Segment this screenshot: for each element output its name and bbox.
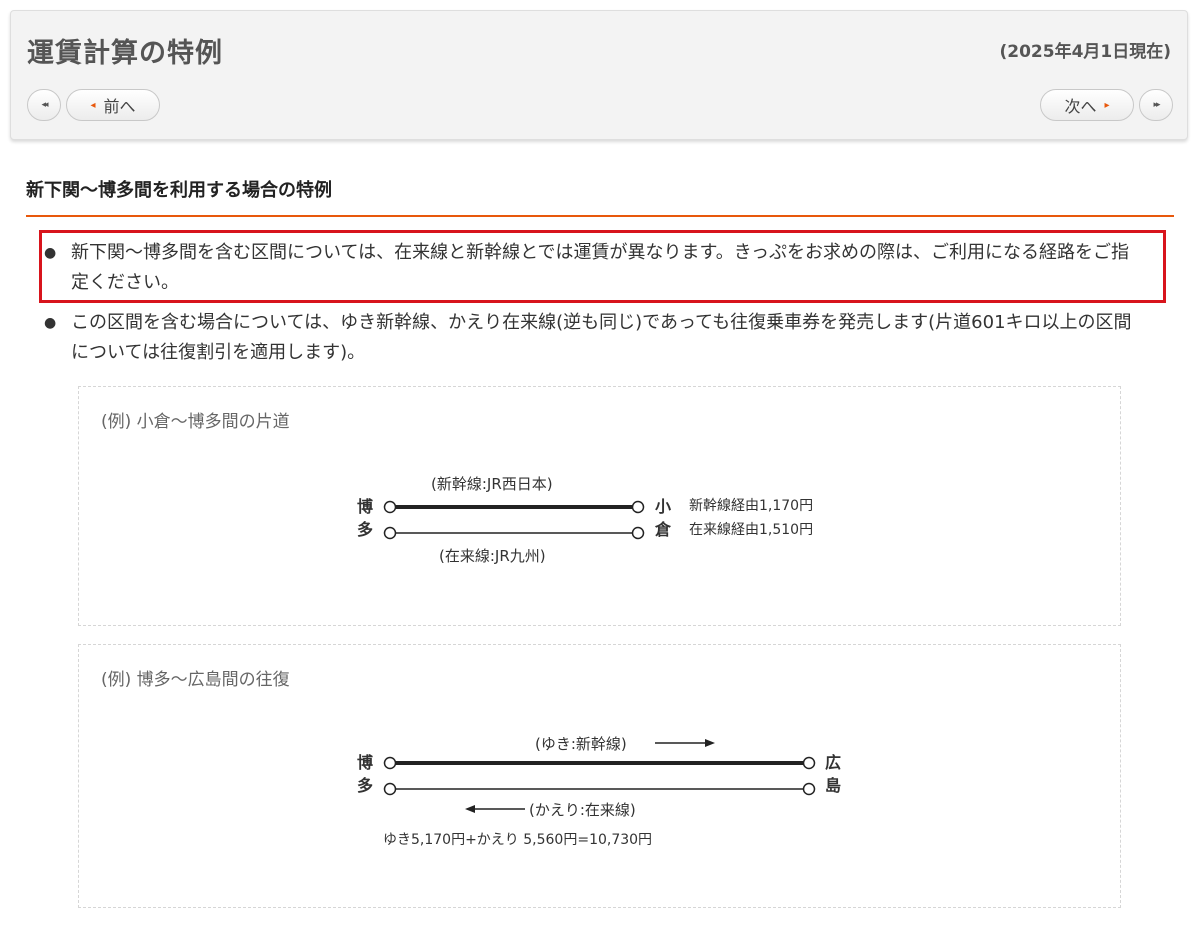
double-chevron-left-icon: ◂◂ — [41, 100, 48, 110]
as-of-date: (2025年4月1日現在) — [999, 42, 1171, 62]
station-hakata: 博多 — [356, 753, 373, 795]
station-node — [631, 526, 645, 540]
fare-shinkansen: 新幹線経由1,170円 — [689, 498, 814, 514]
outbound-label: (ゆき:新幹線) — [535, 735, 627, 753]
chevron-left-icon: ◂ — [90, 99, 96, 111]
station-kokura: 小倉 — [654, 497, 671, 539]
station-node — [383, 782, 397, 796]
prev-label: 前へ — [103, 97, 136, 116]
page-header: 運賃計算の特例 (2025年4月1日現在) ◂◂ ◂ 前へ 次へ ▸ ▸▸ — [10, 10, 1188, 140]
fare-conventional: 在来線経由1,510円 — [689, 522, 814, 538]
station-node — [383, 526, 397, 540]
last-page-button[interactable]: ▸▸ — [1139, 89, 1173, 121]
page-title: 運賃計算の特例 — [27, 38, 223, 69]
station-node — [383, 500, 397, 514]
example-box-oneway: (例) 小倉～博多間の片道 博多 小倉 (新幹線:JR西日本) (在来線:JR九… — [78, 386, 1121, 626]
station-node — [631, 500, 645, 514]
bullet-icon: ● — [44, 245, 57, 261]
arrowhead-right-icon — [705, 739, 715, 747]
station-node — [802, 756, 816, 770]
section-title: 新下関～博多間を利用する場合の特例 — [26, 180, 332, 201]
route-diagram — [383, 500, 645, 540]
roundtrip-total: ゆき5,170円+かえり 5,560円=10,730円 — [383, 832, 653, 848]
first-page-button[interactable]: ◂◂ — [27, 89, 61, 121]
conventional-label: (在来線:JR九州) — [439, 547, 546, 565]
station-node — [383, 756, 397, 770]
note-text: この区間を含む場合については、ゆき新幹線、かえり在来線(逆も同じ)であっても往復… — [71, 312, 1132, 363]
example-box-roundtrip: (例) 博多～広島間の往復 博多 広島 (ゆき:新幹線) (かえり:在来線) ゆ… — [78, 644, 1121, 908]
return-label: (かえり:在来線) — [529, 801, 636, 819]
station-node — [802, 782, 816, 796]
route-diagram — [383, 739, 816, 813]
next-label: 次へ — [1064, 97, 1097, 116]
next-button[interactable]: 次へ ▸ — [1040, 89, 1134, 121]
bullet-icon: ● — [44, 315, 57, 331]
shinkansen-label: (新幹線:JR西日本) — [431, 475, 553, 493]
arrowhead-left-icon — [465, 805, 475, 813]
prev-button[interactable]: ◂ 前へ — [66, 89, 160, 121]
note-text: 新下関～博多間を含む区間については、在来線と新幹線とでは運賃が異なります。きっぷ… — [71, 242, 1130, 293]
chevron-right-icon: ▸ — [1104, 99, 1110, 111]
station-hakata: 博多 — [356, 497, 373, 539]
note-item: ● 新下関～博多間を含む区間については、在来線と新幹線とでは運賃が異なります。き… — [44, 238, 1144, 298]
note-item: ● この区間を含む場合については、ゆき新幹線、かえり在来線(逆も同じ)であっても… — [44, 308, 1144, 368]
section-divider — [26, 215, 1174, 217]
double-chevron-right-icon: ▸▸ — [1153, 100, 1160, 110]
station-hiroshima: 広島 — [824, 753, 841, 795]
